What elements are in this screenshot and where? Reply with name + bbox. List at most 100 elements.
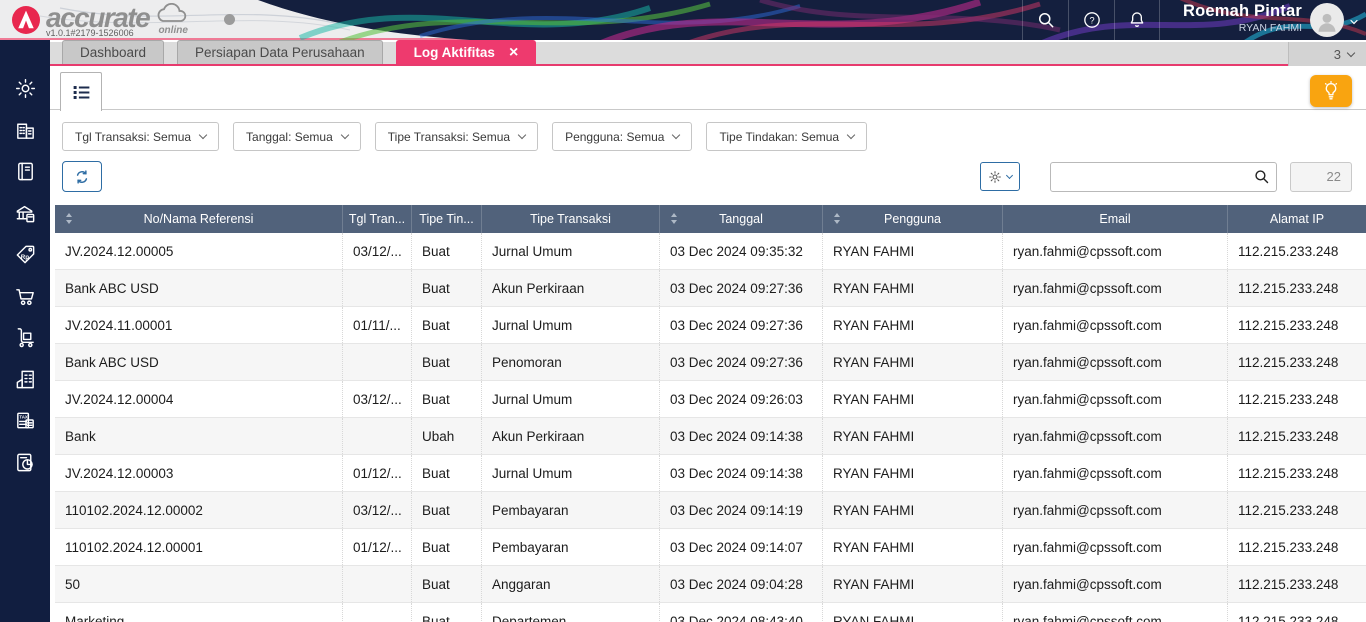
- chevron-down-icon[interactable]: [1348, 16, 1360, 28]
- right-tools: 22: [980, 161, 1352, 192]
- table-row[interactable]: 50 Buat Anggaran 03 Dec 2024 09:04:28 RYAN F…: [55, 566, 1366, 603]
- sidebar-item-reports[interactable]: [0, 442, 50, 484]
- filter-label: Tanggal: Semua: [246, 129, 333, 144]
- table-row[interactable]: 110102.2024.12.00001 01/12/... Buat Pembaya…: [55, 529, 1366, 566]
- cell-tgl-transaksi: [343, 603, 412, 622]
- chevron-down-icon: [672, 130, 681, 140]
- magnifier-icon[interactable]: [1253, 168, 1270, 185]
- table-row[interactable]: JV.2024.12.00005 03/12/... Buat Jurnal Umum…: [55, 233, 1366, 270]
- table-row[interactable]: Bank ABC USD Buat Akun Perkiraan 03 Dec 202…: [55, 270, 1366, 307]
- table-row[interactable]: Bank Ubah Akun Perkiraan 03 Dec 2024 09:14:…: [55, 418, 1366, 455]
- cell-no-nama-referensi: Bank ABC USD: [55, 270, 343, 306]
- sidebar-item-sales[interactable]: Rp: [0, 234, 50, 276]
- sidebar-item-cash-bank[interactable]: [0, 193, 50, 235]
- cell-tipe-tindakan: Buat: [412, 603, 482, 622]
- column-label: Tanggal: [719, 212, 763, 226]
- filter-tanggal[interactable]: Tanggal: Semua: [233, 122, 361, 151]
- tax-document-icon: TAX: [16, 412, 34, 429]
- filter-tipe-tindakan[interactable]: Tipe Tindakan: Semua: [706, 122, 868, 151]
- sidebar-item-fixed-assets[interactable]: [0, 359, 50, 401]
- activity-log-table: No/Nama Referensi Tgl Tran... Tipe Tin... T…: [55, 205, 1366, 622]
- user-block[interactable]: Roemah Pintar RYAN FAHMI: [1183, 2, 1302, 34]
- cell-tipe-tindakan: Buat: [412, 492, 482, 528]
- cell-email: ryan.fahmi@cpssoft.com: [1003, 418, 1228, 454]
- table-row[interactable]: Marketing Buat Departemen 03 Dec 2024 08:43…: [55, 603, 1366, 622]
- chevron-down-icon: [517, 130, 527, 140]
- cell-tipe-tindakan: Buat: [412, 344, 482, 380]
- table-action-row: 22: [62, 161, 1352, 192]
- cell-tanggal: 03 Dec 2024 09:35:32: [660, 233, 823, 269]
- highlight-tips-button[interactable]: [1310, 75, 1352, 107]
- column-header-pengguna[interactable]: Pengguna: [823, 205, 1003, 233]
- sidebar-item-tax[interactable]: TAX: [0, 400, 50, 442]
- gear-icon: [989, 170, 1001, 183]
- cell-pengguna: RYAN FAHMI: [823, 566, 1003, 602]
- tab-label: Log Aktifitas: [413, 45, 495, 60]
- column-label: Pengguna: [883, 212, 941, 226]
- tab-persiapan-data-perusahaan[interactable]: Persiapan Data Perusahaan: [177, 40, 383, 64]
- log-list-subtab[interactable]: [60, 72, 102, 111]
- search-input[interactable]: [1050, 161, 1277, 192]
- search-icon[interactable]: [1022, 0, 1068, 40]
- tab-log-aktifitas[interactable]: Log Aktifitas ×: [395, 40, 537, 64]
- help-icon[interactable]: ?: [1068, 0, 1114, 40]
- cell-alamat-ip: 112.215.233.248: [1238, 502, 1339, 518]
- accurate-logo-icon: [12, 6, 40, 34]
- cell-email: ryan.fahmi@cpssoft.com: [1003, 307, 1228, 343]
- table-settings-dropdown[interactable]: [980, 162, 1020, 191]
- cell-tipe-transaksi: Penomoran: [482, 344, 660, 380]
- refresh-button[interactable]: [62, 161, 102, 192]
- cell-tipe-transaksi: Pembayaran: [482, 492, 660, 528]
- open-tab-count-dropdown[interactable]: 3: [1288, 42, 1366, 66]
- column-header-alamat-ip[interactable]: Alamat IP: [1228, 205, 1366, 233]
- column-header-tgl-transaksi[interactable]: Tgl Tran...: [343, 205, 412, 233]
- sort-icon[interactable]: [671, 213, 677, 224]
- avatar[interactable]: [1310, 3, 1344, 37]
- table-row[interactable]: Bank ABC USD Buat Penomoran 03 Dec 2024 09:…: [55, 344, 1366, 381]
- sort-icon[interactable]: [66, 213, 72, 224]
- top-header: accurate online v1.0.1#2179-1526006 ? Ro…: [0, 0, 1366, 40]
- table-row[interactable]: JV.2024.12.00003 01/12/... Buat Jurnal Umum…: [55, 455, 1366, 492]
- price-tag-rp-icon: Rp: [16, 245, 34, 264]
- filter-tgl-transaksi[interactable]: Tgl Transaksi: Semua: [62, 122, 220, 151]
- cell-no-nama-referensi: 50: [55, 566, 343, 602]
- cell-no-nama-referensi: JV.2024.12.00005: [55, 233, 343, 269]
- online-label: online: [158, 25, 188, 36]
- column-header-email[interactable]: Email: [1003, 205, 1228, 233]
- filter-bar: Tgl Transaksi: Semua Tanggal: Semua Tipe T…: [62, 122, 1366, 151]
- cell-email: ryan.fahmi@cpssoft.com: [1003, 603, 1228, 622]
- decorative-dot: [224, 14, 235, 25]
- column-header-no-nama-referensi[interactable]: No/Nama Referensi: [55, 205, 343, 233]
- filter-tipe-transaksi[interactable]: Tipe Transaksi: Semua: [374, 122, 539, 151]
- filter-pengguna[interactable]: Pengguna: Semua: [552, 122, 693, 151]
- table-row[interactable]: JV.2024.11.00001 01/11/... Buat Jurnal Umum…: [55, 307, 1366, 344]
- chevron-down-icon: [1005, 171, 1014, 179]
- column-header-tipe-transaksi[interactable]: Tipe Transaksi: [482, 205, 660, 233]
- sidebar: Rp TAX: [0, 40, 50, 622]
- cell-tanggal: 03 Dec 2024 09:04:28: [660, 566, 823, 602]
- cell-tipe-transaksi: Jurnal Umum: [482, 455, 660, 491]
- subtab-strip: [50, 68, 1366, 111]
- person-icon: [1318, 13, 1336, 32]
- cell-tipe-tindakan: Buat: [412, 381, 482, 417]
- cell-pengguna: RYAN FAHMI: [823, 492, 1003, 528]
- table-row[interactable]: JV.2024.12.00004 03/12/... Buat Jurnal Umum…: [55, 381, 1366, 418]
- filter-label: Tipe Transaksi: Semua: [387, 129, 511, 144]
- sidebar-item-company[interactable]: [0, 110, 50, 152]
- sidebar-item-inventory[interactable]: [0, 317, 50, 359]
- table-row[interactable]: 110102.2024.12.00002 03/12/... Buat Pembaya…: [55, 492, 1366, 529]
- sidebar-item-ledger[interactable]: [0, 151, 50, 193]
- tab-dashboard[interactable]: Dashboard: [62, 40, 165, 64]
- sort-icon[interactable]: [834, 213, 840, 224]
- close-icon[interactable]: ×: [509, 44, 518, 60]
- cell-tipe-transaksi: Jurnal Umum: [482, 307, 660, 343]
- column-header-tipe-tindakan[interactable]: Tipe Tin...: [412, 205, 482, 233]
- sidebar-item-settings[interactable]: [0, 68, 50, 110]
- cell-tgl-transaksi: 03/12/...: [343, 381, 412, 417]
- cell-tanggal: 03 Dec 2024 09:14:19: [660, 492, 823, 528]
- column-label: Tipe Tin...: [419, 212, 474, 226]
- column-header-tanggal[interactable]: Tanggal: [660, 205, 823, 233]
- bell-icon[interactable]: [1114, 0, 1160, 40]
- sidebar-item-purchases[interactable]: [0, 276, 50, 318]
- cell-tanggal: 03 Dec 2024 09:27:36: [660, 344, 823, 380]
